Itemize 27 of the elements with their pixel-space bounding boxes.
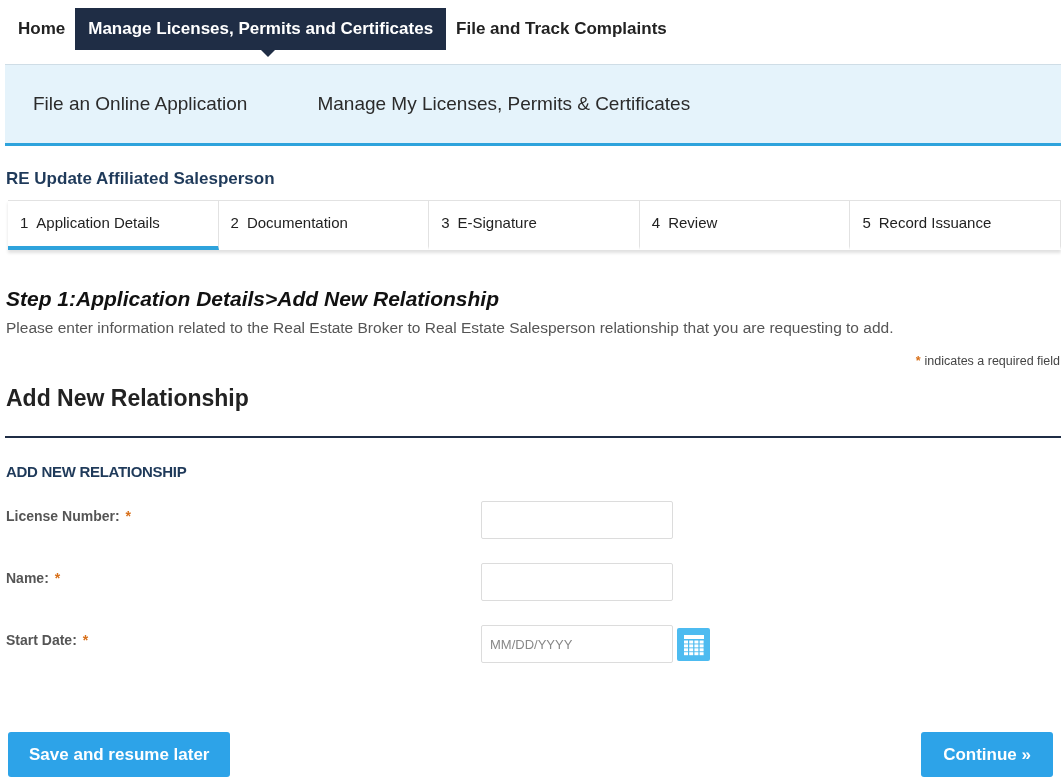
required-mark: * xyxy=(54,569,61,588)
section-title: Add New Relationship xyxy=(6,384,250,413)
sub-nav-link[interactable]: Manage My Licenses, Permits & Certificates xyxy=(317,89,691,119)
field-label: License Number: xyxy=(6,507,120,526)
sub-nav-link[interactable]: File an Online Application xyxy=(33,89,248,119)
required-mark: * xyxy=(915,353,921,371)
field-label: Start Date: xyxy=(6,631,77,650)
date-field[interactable]: MM/DD/YYYY xyxy=(481,625,673,663)
nav-tab[interactable]: Home xyxy=(8,8,76,50)
subsection-title: ADD NEW RELATIONSHIP xyxy=(6,461,188,482)
record-title: RE Update Affiliated Salesperson xyxy=(6,168,276,190)
field-label: Name: xyxy=(6,569,49,588)
step-tab[interactable]: 2 Documentation xyxy=(218,200,430,250)
required-mark: * xyxy=(82,631,89,650)
calendar-icon[interactable] xyxy=(677,628,710,661)
input-field[interactable] xyxy=(481,563,673,601)
step-tab[interactable]: 3 E-Signature xyxy=(429,200,640,250)
step-tab[interactable]: 4 Review xyxy=(639,200,851,250)
nav-tab[interactable]: File and Track Complaints xyxy=(446,8,677,50)
tab-pointer-icon xyxy=(260,50,275,57)
step-tab[interactable]: 1 Application Details xyxy=(8,200,219,250)
step-heading: Step 1:Application Details>Add New Relationship xyxy=(6,285,500,312)
required-mark: * xyxy=(125,507,132,526)
step-tab[interactable]: 5 Record Issuance xyxy=(850,200,1061,250)
instructions-text: Please enter information related to the Real Estate Broker to Real Estate Salesperson relationship that you are requesting to add. xyxy=(6,318,895,338)
required-note: indicates a required field xyxy=(924,353,1060,371)
input-field[interactable] xyxy=(481,501,673,539)
